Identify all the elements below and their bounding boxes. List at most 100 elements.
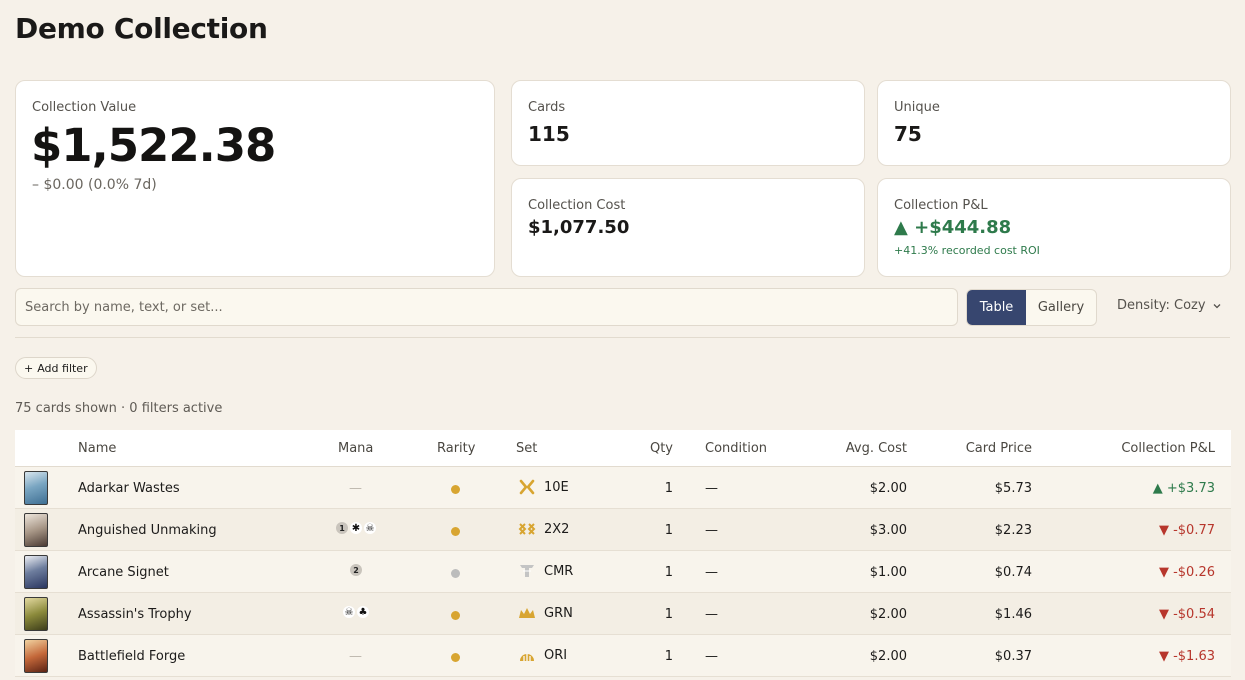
card-thumbnail <box>24 555 48 589</box>
mana-generic-icon: 2 <box>350 564 362 576</box>
card-price: $0.74 <box>994 565 1032 580</box>
add-filter-button[interactable]: + Add filter <box>15 357 97 379</box>
set-grn-icon <box>519 608 535 618</box>
view-toggle: Table Gallery <box>966 289 1097 326</box>
page-title: Demo Collection <box>15 12 268 45</box>
mana-generic-icon: 1 <box>336 522 348 534</box>
set-10e-icon <box>519 479 535 495</box>
condition: — <box>705 649 718 664</box>
density-label: Density: Cozy <box>1117 298 1206 313</box>
set-2x2-icon <box>518 523 536 535</box>
unique-value: 75 <box>894 122 922 146</box>
rarity-rare-icon <box>451 653 460 662</box>
table-row[interactable]: Assassin's Trophy ☠ ♣ GRN 1 — $2.00 $1.4… <box>15 593 1231 635</box>
card-thumbnail <box>24 471 48 505</box>
set-code: CMR <box>544 564 574 579</box>
collection-value-label: Collection Value <box>32 100 137 115</box>
set-cmr-icon <box>520 565 534 577</box>
collection-pnl-value: ▲ +$444.88 <box>894 217 1012 238</box>
header-avg-cost[interactable]: Avg. Cost <box>846 441 907 456</box>
header-mana[interactable]: Mana <box>338 441 373 456</box>
table-row[interactable]: Anguished Unmaking 1 ✱ ☠ 2X2 1 — $3.00 $… <box>15 509 1231 551</box>
collection-pnl: ▼ -$0.26 <box>1158 565 1215 580</box>
collection-pnl: ▲ +$3.73 <box>1152 481 1215 496</box>
collection-cost-value: $1,077.50 <box>528 217 630 238</box>
avg-cost: $3.00 <box>869 523 907 538</box>
collection-pnl-label: Collection P&L <box>894 198 988 213</box>
set-code: ORI <box>544 648 568 663</box>
collection-pnl: ▼ -$0.77 <box>1158 523 1215 538</box>
header-rarity[interactable]: Rarity <box>437 441 475 456</box>
quantity: 1 <box>664 565 673 580</box>
unique-card: Unique 75 <box>877 80 1231 166</box>
collection-value: $1,522.38 <box>31 119 276 172</box>
mana-cost: — <box>349 481 362 496</box>
card-name[interactable]: Anguished Unmaking <box>78 523 217 538</box>
table-header: Name Mana Rarity Set Qty Condition Avg. … <box>15 430 1231 467</box>
avg-cost: $2.00 <box>869 649 907 664</box>
quantity: 1 <box>664 649 673 664</box>
collection-pnl: ▼ -$1.63 <box>1158 649 1215 664</box>
set-ori-icon <box>520 654 534 661</box>
header-name[interactable]: Name <box>78 441 116 456</box>
condition: — <box>705 523 718 538</box>
toolbar-divider <box>15 337 1230 338</box>
condition: — <box>705 607 718 622</box>
card-price: $5.73 <box>994 481 1032 496</box>
mana-white-icon: ✱ <box>350 522 362 534</box>
table-view-button[interactable]: Table <box>967 290 1026 325</box>
header-qty[interactable]: Qty <box>650 441 673 456</box>
density-dropdown[interactable]: Density: Cozy <box>1117 298 1222 313</box>
card-thumbnail <box>24 513 48 547</box>
card-name[interactable]: Arcane Signet <box>78 565 169 580</box>
header-condition[interactable]: Condition <box>705 441 767 456</box>
gallery-view-button[interactable]: Gallery <box>1026 290 1096 325</box>
rarity-common-icon <box>451 569 460 578</box>
card-price: $1.46 <box>994 607 1032 622</box>
rarity-rare-icon <box>451 485 460 494</box>
avg-cost: $2.00 <box>869 481 907 496</box>
set-code: GRN <box>544 606 573 621</box>
card-thumbnail <box>24 639 48 673</box>
table-row[interactable]: Battlefield Forge — ORI 1 — $2.00 $0.37 … <box>15 635 1231 677</box>
set-code: 2X2 <box>544 522 570 537</box>
plus-icon: + <box>24 361 34 375</box>
chevron-down-icon <box>1213 303 1221 308</box>
add-filter-label: Add filter <box>37 361 88 375</box>
set-code: 10E <box>544 480 569 495</box>
card-price: $0.37 <box>994 649 1032 664</box>
cards-value: 115 <box>528 122 570 146</box>
collection-pnl-card: Collection P&L ▲ +$444.88 +41.3% recorde… <box>877 178 1231 277</box>
unique-label: Unique <box>894 100 940 115</box>
card-name[interactable]: Assassin's Trophy <box>78 607 192 622</box>
card-name[interactable]: Adarkar Wastes <box>78 481 180 496</box>
table-row[interactable]: Arcane Signet 2 CMR 1 — $1.00 $0.74 ▼ -$… <box>15 551 1231 593</box>
mana-green-icon: ♣ <box>357 606 369 618</box>
search-input[interactable] <box>15 288 958 326</box>
rarity-rare-icon <box>451 611 460 620</box>
card-name[interactable]: Battlefield Forge <box>78 649 185 664</box>
header-collection-pnl[interactable]: Collection P&L <box>1121 441 1215 456</box>
collection-value-change: – $0.00 (0.0% 7d) <box>32 177 157 193</box>
header-card-price[interactable]: Card Price <box>966 441 1032 456</box>
table-row[interactable]: Adarkar Wastes — 10E 1 — $2.00 $5.73 ▲ +… <box>15 467 1231 509</box>
cards-label: Cards <box>528 100 566 115</box>
quantity: 1 <box>664 607 673 622</box>
header-set[interactable]: Set <box>516 441 537 456</box>
collection-value-card: Collection Value $1,522.38 – $0.00 (0.0%… <box>15 80 495 277</box>
collection-cost-label: Collection Cost <box>528 198 626 213</box>
mana-cost: — <box>349 649 362 664</box>
cards-card: Cards 115 <box>511 80 865 166</box>
rarity-rare-icon <box>451 527 460 536</box>
collection-pnl: ▼ -$0.54 <box>1158 607 1215 622</box>
card-price: $2.23 <box>994 523 1032 538</box>
mana-black-icon: ☠ <box>343 606 355 618</box>
avg-cost: $1.00 <box>869 565 907 580</box>
card-thumbnail <box>24 597 48 631</box>
mana-black-icon: ☠ <box>364 522 376 534</box>
results-summary: 75 cards shown · 0 filters active <box>15 401 223 416</box>
collection-table: Name Mana Rarity Set Qty Condition Avg. … <box>15 430 1231 677</box>
quantity: 1 <box>664 523 673 538</box>
avg-cost: $2.00 <box>869 607 907 622</box>
quantity: 1 <box>664 481 673 496</box>
